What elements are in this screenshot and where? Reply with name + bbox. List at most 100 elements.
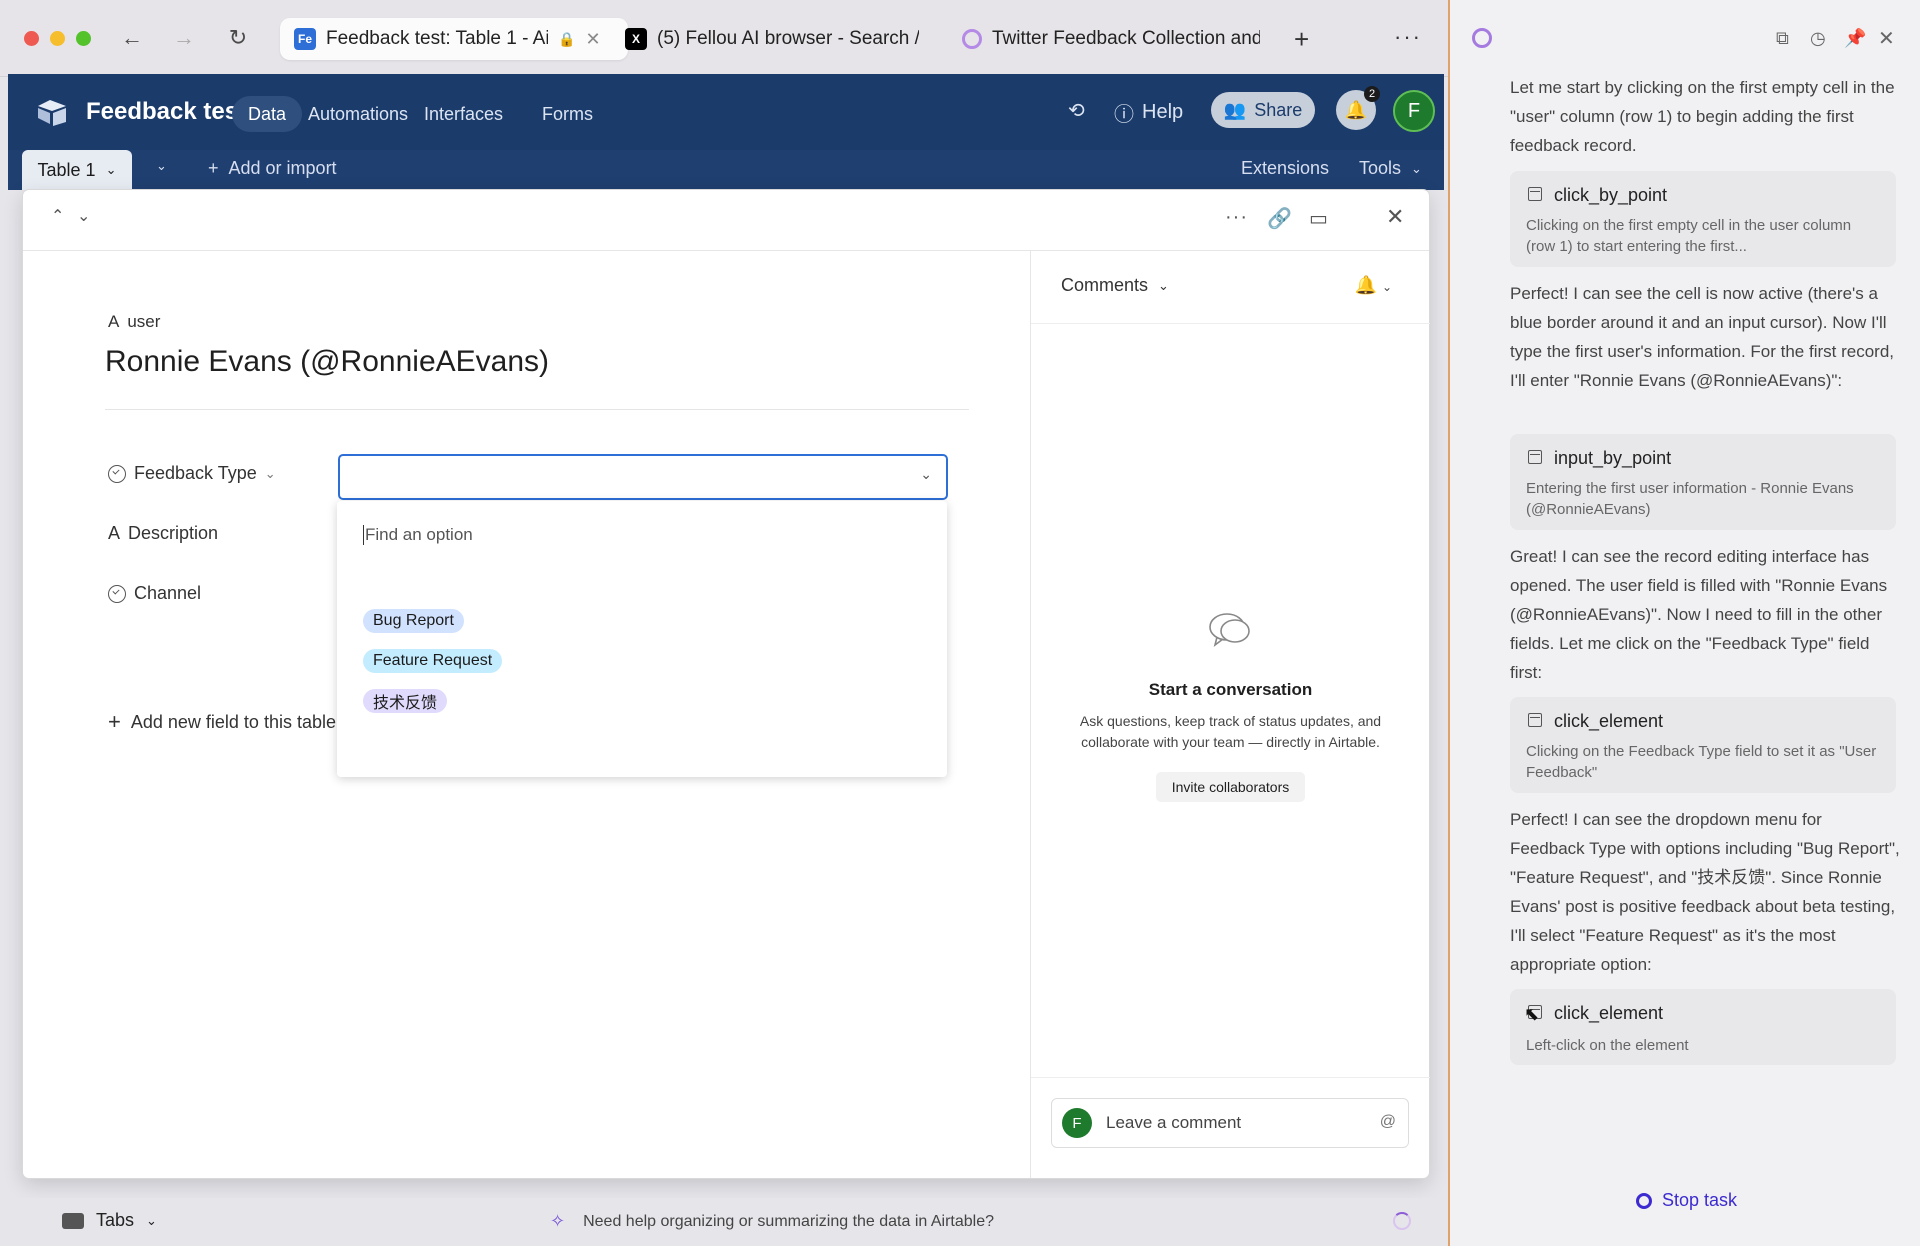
previous-record-icon[interactable]: ⌃ xyxy=(51,206,64,226)
history-icon[interactable]: ◷ xyxy=(1810,28,1826,49)
more-icon[interactable]: ··· xyxy=(1394,24,1422,50)
new-chat-icon[interactable]: ⧉ xyxy=(1776,28,1789,49)
extensions-button[interactable]: Extensions xyxy=(1241,158,1329,179)
field-name: Channel xyxy=(134,583,202,603)
nav-interfaces[interactable]: Interfaces xyxy=(424,96,503,132)
tabs-label: Tabs xyxy=(96,1210,135,1230)
ai-help-prompt[interactable]: ✧ Need help organizing or summarizing th… xyxy=(550,1211,994,1232)
reload-icon[interactable]: ↻ xyxy=(222,22,254,54)
comment-panel-icon[interactable]: ▭ xyxy=(1309,206,1328,231)
close-icon[interactable]: ✕ xyxy=(1386,204,1404,230)
help-label: Help xyxy=(1142,101,1184,123)
find-option-input[interactable]: Find an option xyxy=(363,525,473,545)
option-bug-report[interactable]: Bug Report xyxy=(363,609,464,633)
tool-name: click_by_point xyxy=(1554,185,1668,205)
chevron-down-icon: ⌄ xyxy=(1158,277,1169,293)
table-tab[interactable]: Table 1 ⌄ xyxy=(22,150,132,190)
comments-header: Comments xyxy=(1061,275,1149,295)
nav-automations[interactable]: Automations xyxy=(308,96,408,132)
assistant-message: Let me start by clicking on the first em… xyxy=(1510,78,1895,155)
invite-collaborators-button[interactable]: Invite collaborators xyxy=(1156,772,1305,802)
close-window-button[interactable] xyxy=(24,31,39,46)
share-button[interactable]: 👥 Share xyxy=(1211,92,1315,128)
close-icon[interactable]: ✕ xyxy=(1878,26,1895,51)
new-tab-button[interactable]: + xyxy=(1294,24,1309,55)
single-select-icon xyxy=(108,464,126,483)
avatar: F xyxy=(1062,1108,1092,1138)
add-field-button[interactable]: + Add new field to this table xyxy=(108,709,336,735)
fellou-favicon xyxy=(962,29,982,49)
sparkle-icon: ✧ xyxy=(550,1211,566,1231)
record-title[interactable]: Ronnie Evans (@RonnieAEvans) xyxy=(105,345,549,379)
maximize-window-button[interactable] xyxy=(76,31,91,46)
tables-chevron-icon[interactable]: ⌄ xyxy=(156,158,167,174)
browser-tab-airtable[interactable]: Fe Feedback test: Table 1 - Air 🔒 ✕ xyxy=(280,18,628,60)
plus-icon: + xyxy=(108,709,121,734)
minimize-window-button[interactable] xyxy=(50,31,65,46)
airtable-logo-icon[interactable] xyxy=(36,98,68,126)
tab-title: Feedback test: Table 1 - Air xyxy=(326,28,548,49)
pin-icon[interactable]: 📌 xyxy=(1844,28,1866,49)
browser-tab-x[interactable]: X (5) Fellou AI browser - Search / X xyxy=(625,18,930,60)
tool-call-card[interactable]: click_by_point Clicking on the first emp… xyxy=(1510,171,1896,267)
forward-icon[interactable]: → xyxy=(168,22,200,54)
stop-task-label: Stop task xyxy=(1662,1190,1738,1210)
user-avatar[interactable]: F xyxy=(1393,90,1435,132)
tool-description: Left-click on the element xyxy=(1526,1037,1689,1054)
nav-forms[interactable]: Forms xyxy=(542,96,593,132)
comments-pane: Comments ⌄ 🔔 ⌄ Start a conversation Ask … xyxy=(1030,251,1430,1178)
tool-call-card[interactable]: input_by_point Entering the first user i… xyxy=(1510,434,1896,530)
browser-tab-twitter-feedback[interactable]: Twitter Feedback Collection and xyxy=(962,18,1267,60)
chevron-down-icon: ⌄ xyxy=(146,1212,157,1228)
airtable-header: Feedback test ⌄ Data Automations Interfa… xyxy=(8,74,1444,150)
tool-name: input_by_point xyxy=(1554,448,1672,468)
stop-task-button[interactable]: Stop task xyxy=(1636,1190,1737,1211)
base-name: Feedback test xyxy=(86,98,247,125)
chevron-down-icon[interactable]: ⌄ xyxy=(265,466,276,482)
help-button[interactable]: ⓘ Help xyxy=(1114,98,1183,127)
tab-title: Twitter Feedback Collection and xyxy=(992,28,1260,49)
bell-icon[interactable]: 🔔 ⌄ xyxy=(1355,275,1392,296)
record-modal: ⌃ ⌄ ··· 🔗 ▭ ✕ A user Ronnie Evans (@Ronn… xyxy=(23,190,1430,1178)
tabs-menu-button[interactable]: Tabs ⌄ xyxy=(62,1210,157,1231)
mention-icon[interactable]: @ xyxy=(1380,1113,1396,1131)
browser-bottom-bar: Tabs ⌄ ✧ Need help organizing or summari… xyxy=(0,1198,1448,1246)
tab-strip: ← → ↻ Fe Feedback test: Table 1 - Air 🔒 … xyxy=(0,0,1448,77)
notifications-button[interactable]: 🔔 2 xyxy=(1336,86,1380,130)
comments-filter-dropdown[interactable]: Comments ⌄ xyxy=(1061,275,1169,296)
comment-input[interactable]: F Leave a comment @ xyxy=(1051,1098,1409,1148)
comment-placeholder: Leave a comment xyxy=(1106,1113,1242,1132)
add-or-import-button[interactable]: + Add or import xyxy=(208,158,337,179)
next-record-icon[interactable]: ⌄ xyxy=(77,206,90,226)
tools-label: Tools xyxy=(1359,158,1402,178)
assistant-panel: ⧉ ◷ 📌 ✕ Let me start by clicking on the … xyxy=(1448,0,1920,1246)
primary-field-name: user xyxy=(127,312,161,331)
back-icon[interactable]: ← xyxy=(116,22,148,54)
empty-state-description: Ask questions, keep track of status upda… xyxy=(1079,713,1382,750)
browser-window: ← → ↻ Fe Feedback test: Table 1 - Air 🔒 … xyxy=(0,0,1448,1246)
fellou-logo-icon xyxy=(1472,28,1492,48)
tools-button[interactable]: Tools ⌄ xyxy=(1359,158,1422,179)
chevron-down-icon: ⌄ xyxy=(105,162,117,177)
tool-name: click_element xyxy=(1554,711,1664,731)
option-feature-request[interactable]: Feature Request xyxy=(363,649,503,673)
tool-call-card[interactable]: click_element Left-click on the element xyxy=(1510,989,1896,1065)
option-tech-feedback[interactable]: 技术反馈 xyxy=(363,689,448,713)
record-fields-pane: A user Ronnie Evans (@RonnieAEvans) Feed… xyxy=(23,251,1029,1178)
link-icon[interactable]: 🔗 xyxy=(1267,206,1292,231)
field-description-label: A Description xyxy=(108,523,218,544)
tool-description: Clicking on the Feedback Type field to s… xyxy=(1526,743,1877,781)
x-favicon: X xyxy=(625,28,647,50)
tool-call-card[interactable]: click_element Clicking on the Feedback T… xyxy=(1510,697,1896,793)
feedback-type-select[interactable]: ⌄ xyxy=(338,454,948,500)
mouse-cursor-icon: ⬉ xyxy=(1524,1004,1540,1024)
nav-data[interactable]: Data xyxy=(232,96,303,132)
tool-icon xyxy=(1528,450,1542,464)
assistant-message: Perfect! I can see the dropdown menu for… xyxy=(1510,810,1900,974)
more-options-icon[interactable]: ··· xyxy=(1225,206,1248,229)
tool-icon xyxy=(1528,713,1542,727)
tool-name: click_element xyxy=(1554,1003,1664,1023)
close-tab-icon[interactable]: ✕ xyxy=(585,29,600,50)
history-icon[interactable]: ⟲ xyxy=(1068,98,1085,123)
single-select-icon xyxy=(108,584,126,603)
